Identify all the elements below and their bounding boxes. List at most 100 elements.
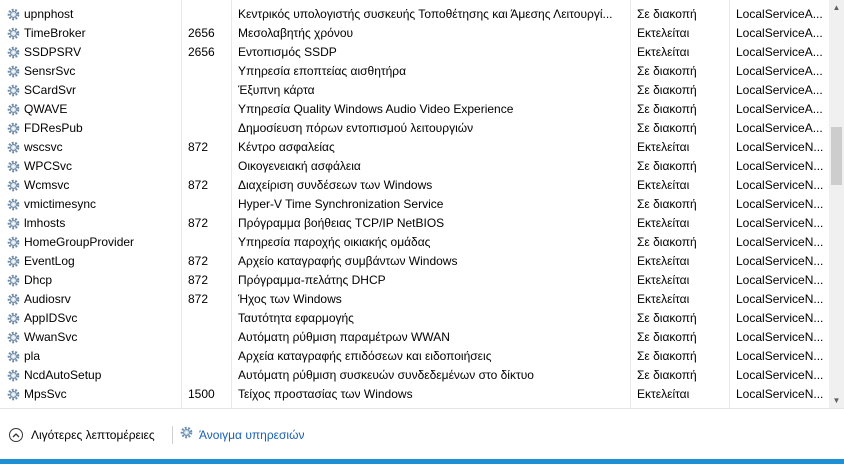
service-name: EventLog bbox=[24, 254, 75, 268]
service-row[interactable]: FDResPub Δημοσίευση πόρων εντοπισμού λειτ… bbox=[0, 119, 829, 138]
service-row[interactable]: Wcmsvc 872 Διαχείριση συνδέσεων των Window… bbox=[0, 176, 829, 195]
service-pid bbox=[188, 195, 228, 214]
service-group: LocalServiceN... bbox=[736, 368, 824, 382]
service-group: LocalServiceA... bbox=[736, 83, 823, 97]
service-row[interactable]: WwanSvc Αυτόματη ρύθμιση παραμέτρων WWAN Σ… bbox=[0, 328, 829, 347]
service-status: Σε διακοπή bbox=[637, 83, 697, 97]
service-description: Δημοσίευση πόρων εντοπισμού λειτουργιών bbox=[238, 121, 474, 135]
service-row[interactable]: SensrSvc Υπηρεσία εποπτείας αισθητήρα Σε δ… bbox=[0, 62, 829, 81]
service-pid: 872 bbox=[188, 254, 209, 268]
service-description: Μεσολαβητής χρόνου bbox=[238, 26, 354, 40]
service-pid: 2656 bbox=[188, 45, 215, 59]
service-status: Σε διακοπή bbox=[637, 235, 697, 249]
service-name: HomeGroupProvider bbox=[24, 235, 135, 249]
service-row[interactable]: NcdAutoSetup Αυτόματη ρύθμιση συσκευών συ… bbox=[0, 366, 829, 385]
scroll-down-arrow-icon[interactable]: ▼ bbox=[829, 393, 844, 408]
service-status: Εκτελείται bbox=[637, 387, 690, 401]
service-group: LocalServiceN... bbox=[736, 159, 824, 173]
service-description: Ήχος των Windows bbox=[238, 292, 342, 306]
open-services-link[interactable]: Άνοιγμα υπηρεσιών bbox=[179, 426, 304, 444]
service-row[interactable]: wscsvc 872 Κέντρο ασφαλείας Εκτελείται Local… bbox=[0, 138, 829, 157]
service-group: LocalServiceA... bbox=[736, 102, 823, 116]
service-group: LocalServiceN... bbox=[736, 235, 824, 249]
service-gear-icon bbox=[6, 7, 21, 22]
service-gear-icon bbox=[6, 159, 21, 174]
services-table: upnphost Κεντρικός υπολογιστής συσκευής Τ… bbox=[0, 0, 829, 408]
service-group: LocalServiceN... bbox=[736, 216, 824, 230]
service-row[interactable]: EventLog 872 Αρχείο καταγραφής συμβάντων W… bbox=[0, 252, 829, 271]
service-group: LocalServiceN... bbox=[736, 349, 824, 363]
less-details-button[interactable]: Λιγότερες λεπτομέρειες bbox=[9, 426, 155, 444]
service-gear-icon bbox=[6, 83, 21, 98]
footer-bar: Λιγότερες λεπτομέρειες Άνοιγμα υπηρεσιών bbox=[0, 408, 844, 460]
service-description: Έξυπνη κάρτα bbox=[238, 83, 315, 97]
column-separator[interactable] bbox=[231, 0, 232, 408]
service-name: vmictimesync bbox=[24, 197, 97, 211]
service-pid bbox=[188, 5, 228, 24]
service-gear-icon bbox=[6, 235, 21, 250]
service-group: LocalServiceN... bbox=[736, 254, 824, 268]
service-description: Υπηρεσία Quality Windows Audio Video Exp… bbox=[238, 102, 514, 116]
service-group: LocalServiceA... bbox=[736, 7, 823, 21]
column-separator[interactable] bbox=[181, 0, 182, 408]
service-row[interactable]: MpsSvc 1500 Τείχος προστασίας των Windows Ε… bbox=[0, 385, 829, 404]
service-gear-icon bbox=[6, 45, 21, 60]
service-status: Σε διακοπή bbox=[637, 349, 697, 363]
service-group: LocalServiceN... bbox=[736, 273, 824, 287]
service-pid bbox=[188, 309, 228, 328]
service-status: Σε διακοπή bbox=[637, 7, 697, 21]
service-group: LocalServiceN... bbox=[736, 311, 824, 325]
service-name: lmhosts bbox=[24, 216, 66, 230]
service-gear-icon bbox=[6, 349, 21, 364]
service-row[interactable]: upnphost Κεντρικός υπολογιστής συσκευής Τ… bbox=[0, 5, 829, 24]
service-row[interactable]: WPCSvc Οικογενειακή ασφάλεια Σε διακοπή Loc… bbox=[0, 157, 829, 176]
service-row[interactable]: SCardSvr Έξυπνη κάρτα Σε διακοπή LocalServi… bbox=[0, 81, 829, 100]
scroll-up-arrow-icon[interactable]: ▲ bbox=[829, 0, 844, 15]
service-row[interactable]: SSDPSRV 2656 Εντοπισμός SSDP Εκτελείται Loca… bbox=[0, 43, 829, 62]
service-pid bbox=[188, 81, 228, 100]
service-description: Διαχείριση συνδέσεων των Windows bbox=[238, 178, 433, 192]
service-name: AppIDSvc bbox=[24, 311, 78, 325]
service-gear-icon bbox=[6, 254, 21, 269]
vertical-scrollbar[interactable]: ▲ ▼ bbox=[829, 0, 844, 408]
service-status: Εκτελείται bbox=[637, 178, 690, 192]
service-status: Εκτελείται bbox=[637, 216, 690, 230]
service-pid bbox=[188, 119, 228, 138]
service-row[interactable]: Audiosrv 872 Ήχος των Windows Εκτελείται Loc… bbox=[0, 290, 829, 309]
service-pid bbox=[188, 157, 228, 176]
service-name: MpsSvc bbox=[24, 387, 67, 401]
service-gear-icon bbox=[6, 140, 21, 155]
service-pid: 872 bbox=[188, 292, 209, 306]
service-row[interactable]: QWAVE Υπηρεσία Quality Windows Audio Vide… bbox=[0, 100, 829, 119]
service-status: Εκτελείται bbox=[637, 254, 690, 268]
service-row[interactable]: AppIDSvc Ταυτότητα εφαρμογής Σε διακοπή Loc… bbox=[0, 309, 829, 328]
column-separator[interactable] bbox=[630, 0, 631, 408]
service-pid bbox=[188, 366, 228, 385]
service-status: Εκτελείται bbox=[637, 273, 690, 287]
service-name: QWAVE bbox=[24, 102, 68, 116]
service-description: Τείχος προστασίας των Windows bbox=[238, 387, 413, 401]
service-status: Σε διακοπή bbox=[637, 121, 697, 135]
service-gear-icon bbox=[6, 26, 21, 41]
service-gear-icon bbox=[6, 216, 21, 231]
service-pid: 2656 bbox=[188, 26, 215, 40]
scrollbar-thumb[interactable] bbox=[831, 127, 842, 185]
service-row[interactable]: pla Αρχεία καταγραφής επιδόσεων και ειδοπ… bbox=[0, 347, 829, 366]
service-pid bbox=[188, 233, 228, 252]
service-gear-icon bbox=[6, 368, 21, 383]
service-description: Αυτόματη ρύθμιση συσκευών συνδεδεμένων σ… bbox=[238, 368, 534, 382]
service-row[interactable]: Dhcp 872 Πρόγραμμα-πελάτης DHCP Εκτελείται L… bbox=[0, 271, 829, 290]
service-description: Ταυτότητα εφαρμογής bbox=[238, 311, 354, 325]
column-separator[interactable] bbox=[729, 0, 730, 408]
service-description: Υπηρεσία εποπτείας αισθητήρα bbox=[238, 64, 407, 78]
service-row[interactable]: TimeBroker 2656 Μεσολαβητής χρόνου Εκτελείτ… bbox=[0, 24, 829, 43]
service-status: Εκτελείται bbox=[637, 140, 690, 154]
service-pid bbox=[188, 62, 228, 81]
window-bottom-edge bbox=[0, 459, 844, 464]
service-row[interactable]: vmictimesync Hyper-V Time Synchronization… bbox=[0, 195, 829, 214]
service-pid: 872 bbox=[188, 140, 209, 154]
service-row[interactable]: HomeGroupProvider Υπηρεσία παροχής οικιακ… bbox=[0, 233, 829, 252]
service-name: wscsvc bbox=[24, 140, 63, 154]
service-row[interactable]: lmhosts 872 Πρόγραμμα βοήθειας TCP/IP NetB… bbox=[0, 214, 829, 233]
service-name: SCardSvr bbox=[24, 83, 77, 97]
